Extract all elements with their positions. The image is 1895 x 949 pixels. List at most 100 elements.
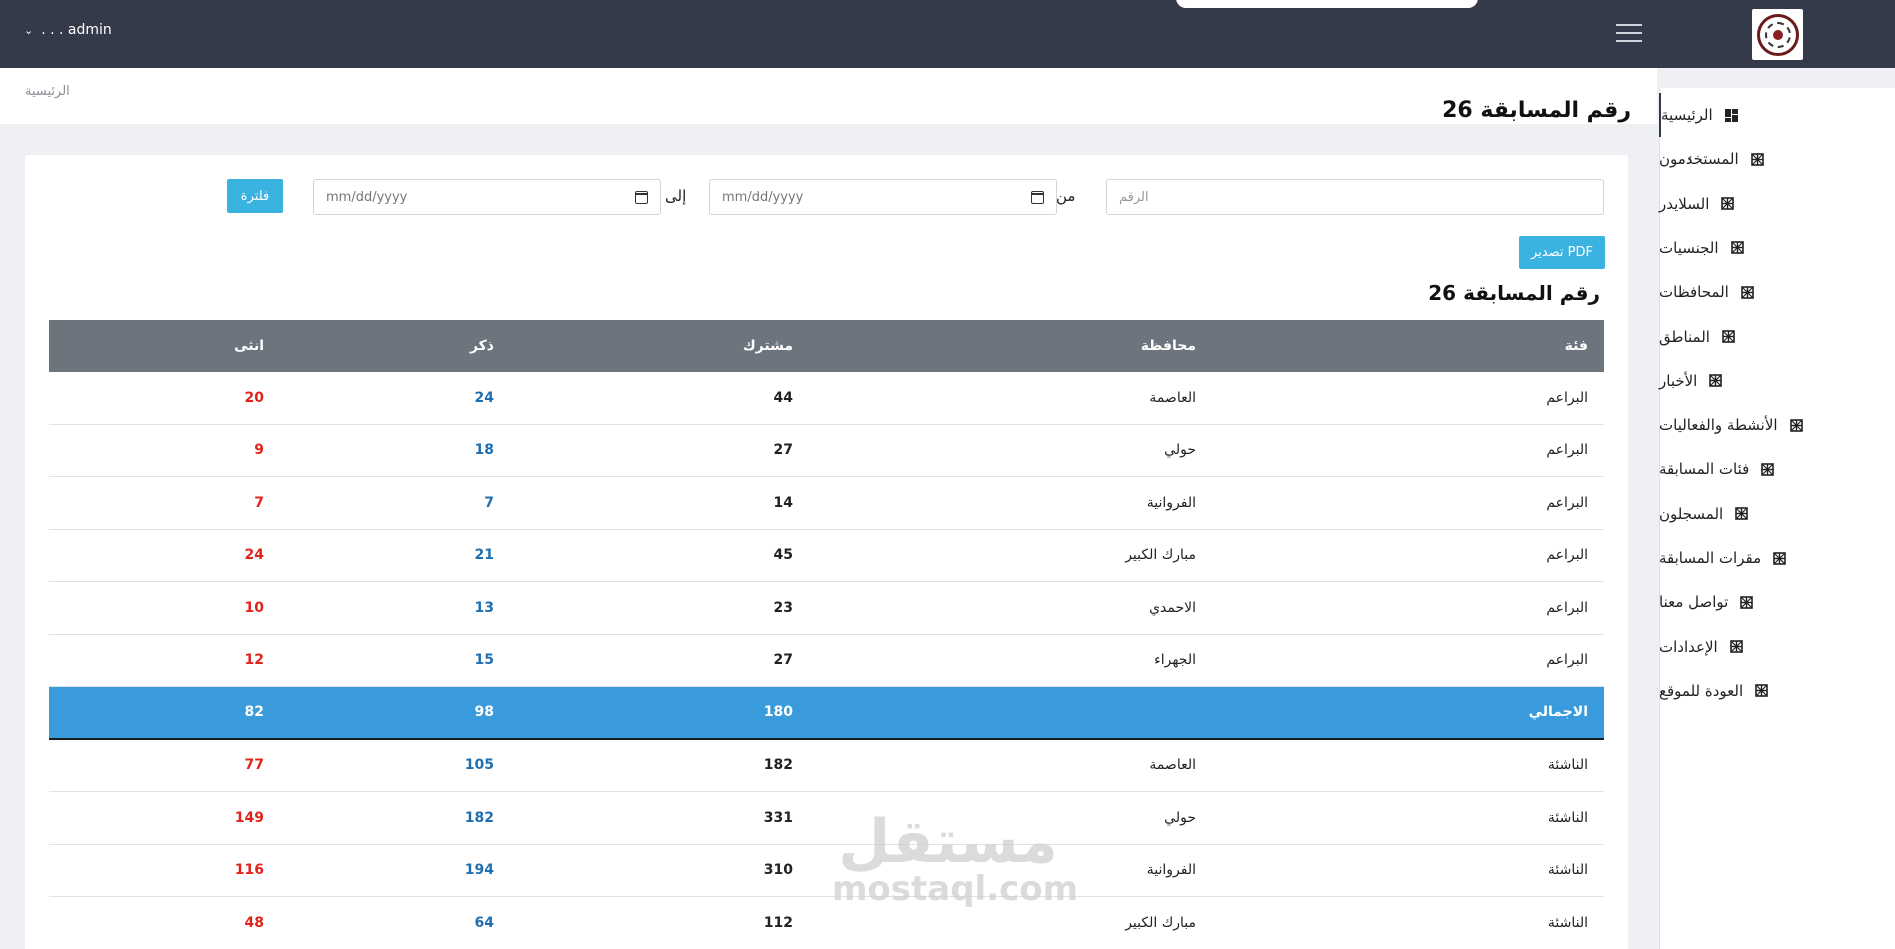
cell-male: 182 bbox=[464, 809, 494, 826]
cell-category: الناشئة bbox=[1547, 809, 1588, 826]
date-to-placeholder: mm/dd/yyyy bbox=[326, 189, 408, 205]
cell-male: 24 bbox=[474, 389, 494, 406]
grid-icon bbox=[1789, 418, 1803, 432]
cell-governorate: الاحمدي bbox=[1149, 599, 1196, 616]
cell-female: 24 bbox=[244, 547, 264, 564]
grid-icon bbox=[1735, 507, 1749, 520]
logo-seal-icon bbox=[1756, 13, 1799, 56]
page-header: الرئيسية رقم المسابقة 26 bbox=[0, 68, 1657, 124]
sidebar-item-13[interactable]: العودة للموقع bbox=[1659, 669, 1895, 713]
cell-female: 149 bbox=[234, 809, 264, 826]
cell-category: البراعم bbox=[1546, 442, 1588, 459]
cell-participants: 310 bbox=[763, 862, 793, 879]
cell-participants: 27 bbox=[773, 652, 793, 669]
sidebar-item-0[interactable]: الرئيسية bbox=[1659, 93, 1895, 137]
date-from-input[interactable]: mm/dd/yyyy bbox=[709, 179, 1057, 215]
cell-governorate: الجهراء bbox=[1154, 652, 1196, 669]
cell-female: 77 bbox=[244, 757, 264, 774]
table-row: الناشئة الفروانية 310 194 116 bbox=[49, 845, 1604, 897]
sidebar-item-2[interactable]: السلايدر bbox=[1659, 182, 1895, 226]
header-governorate: محافظة bbox=[1140, 338, 1196, 354]
site-logo[interactable] bbox=[1752, 9, 1803, 60]
cell-governorate: حولي bbox=[1164, 442, 1196, 459]
sidebar-item-6[interactable]: الأخبار bbox=[1659, 359, 1895, 403]
table-total-row: الاجمالي 180 98 82 bbox=[49, 687, 1604, 740]
table-title: رقم المسابقة 26 bbox=[1428, 281, 1600, 305]
cell-participants: 23 bbox=[773, 599, 793, 616]
sidebar-item-10[interactable]: مقرات المسابقة bbox=[1659, 536, 1895, 580]
table-row: البراعم الجهراء 27 15 12 bbox=[49, 635, 1604, 687]
chevron-down-icon: ⌄ bbox=[24, 23, 34, 37]
results-table: فئة محافظة مشترك ذكر انثى البراعم العاصمة… bbox=[49, 320, 1604, 949]
hamburger-menu-icon[interactable] bbox=[1616, 24, 1642, 42]
header-participants: مشترك bbox=[742, 338, 793, 354]
cell-female: 116 bbox=[234, 862, 264, 879]
sidebar-item-11[interactable]: تواصل معنا bbox=[1659, 580, 1895, 624]
cell-governorate: الفروانية bbox=[1146, 494, 1196, 511]
cell-female: 82 bbox=[244, 704, 264, 721]
table-header-row: فئة محافظة مشترك ذكر انثى bbox=[49, 320, 1604, 372]
cell-male: 13 bbox=[474, 599, 494, 616]
sidebar-item-1[interactable]: المستخدمون › bbox=[1659, 137, 1895, 181]
date-to-input[interactable]: mm/dd/yyyy bbox=[313, 179, 661, 215]
sidebar-item-label: مقرات المسابقة bbox=[1659, 549, 1762, 567]
sidebar-item-label: المحافظات bbox=[1659, 283, 1729, 302]
grid-icon bbox=[1740, 595, 1754, 609]
table-row: الناشئة العاصمة 182 105 77 bbox=[49, 740, 1604, 792]
sidebar-item-label: فئات المسابقة bbox=[1659, 460, 1750, 479]
sidebar-item-8[interactable]: فئات المسابقة bbox=[1659, 447, 1895, 491]
cell-male: 21 bbox=[474, 547, 494, 564]
sidebar-item-12[interactable]: الإعدادات bbox=[1659, 625, 1895, 669]
table-row: البراعم مبارك الكبير 45 21 24 bbox=[49, 530, 1604, 582]
top-search-box[interactable] bbox=[1176, 0, 1478, 8]
table-row: الناشئة حولي 331 182 149 bbox=[49, 792, 1604, 845]
table-body: البراعم العاصمة 44 24 20 البراعم حولي 27 18 9 البر… bbox=[49, 372, 1604, 949]
number-input[interactable]: الرقم bbox=[1106, 179, 1604, 215]
cell-female: 12 bbox=[244, 652, 264, 669]
watermark-latin: mostaql.com bbox=[832, 869, 1079, 909]
grid-icon bbox=[1741, 285, 1754, 299]
cell-female: 48 bbox=[244, 914, 264, 931]
cell-category: البراعم bbox=[1546, 389, 1588, 406]
cell-governorate: مبارك الكبير bbox=[1125, 914, 1196, 931]
cell-female: 7 bbox=[254, 494, 264, 511]
breadcrumb[interactable]: الرئيسية bbox=[25, 84, 70, 99]
cell-category: الناشئة bbox=[1547, 757, 1588, 774]
sidebar-item-label: الرئيسية bbox=[1661, 106, 1713, 124]
sidebar-item-7[interactable]: الأنشطة والفعاليات bbox=[1659, 403, 1895, 447]
sidebar-item-4[interactable]: المحافظات bbox=[1659, 270, 1895, 314]
cell-male: 64 bbox=[474, 914, 494, 931]
calendar-icon[interactable] bbox=[635, 190, 648, 204]
header-female: انثى bbox=[234, 338, 264, 354]
cell-category: البراعم bbox=[1546, 547, 1588, 564]
chevron-right-icon[interactable]: › bbox=[1687, 151, 1693, 167]
grid-icon bbox=[1730, 241, 1744, 255]
sidebar-item-3[interactable]: الجنسيات bbox=[1659, 226, 1895, 270]
grid-icon bbox=[1761, 463, 1775, 476]
sidebar-item-5[interactable]: المناطق bbox=[1659, 315, 1895, 359]
cell-governorate: مبارك الكبير bbox=[1125, 547, 1196, 564]
cell-male: 18 bbox=[474, 442, 494, 459]
cell-male: 98 bbox=[474, 704, 494, 721]
grid-icon bbox=[1721, 197, 1735, 210]
sidebar-item-label: الإعدادات bbox=[1659, 637, 1718, 656]
page-title: رقم المسابقة 26 bbox=[1442, 98, 1631, 123]
calendar-icon[interactable] bbox=[1031, 190, 1044, 204]
sidebar-item-label: المسجلون bbox=[1659, 504, 1724, 523]
from-label: من bbox=[1056, 187, 1076, 205]
number-placeholder: الرقم bbox=[1119, 189, 1149, 205]
grid-icon bbox=[1755, 684, 1768, 698]
sidebar-item-label: العودة للموقع bbox=[1659, 681, 1744, 700]
sidebar-item-9[interactable]: المسجلون bbox=[1659, 492, 1895, 536]
user-menu[interactable]: ⌄ . . . admin bbox=[24, 22, 112, 38]
filter-button[interactable]: فلترة bbox=[227, 179, 283, 213]
table-row: الناشئة مبارك الكبير 112 64 48 bbox=[49, 897, 1604, 949]
grid-icon bbox=[1729, 640, 1743, 653]
cell-participants: 331 bbox=[763, 809, 793, 826]
cell-category: الناشئة bbox=[1547, 914, 1588, 931]
sidebar-item-label: الجنسيات bbox=[1659, 238, 1719, 257]
cell-participants: 182 bbox=[763, 757, 793, 774]
export-pdf-button[interactable]: تصدير PDF bbox=[1519, 236, 1605, 269]
cell-male: 194 bbox=[464, 862, 494, 879]
cell-category: الناشئة bbox=[1547, 862, 1588, 879]
